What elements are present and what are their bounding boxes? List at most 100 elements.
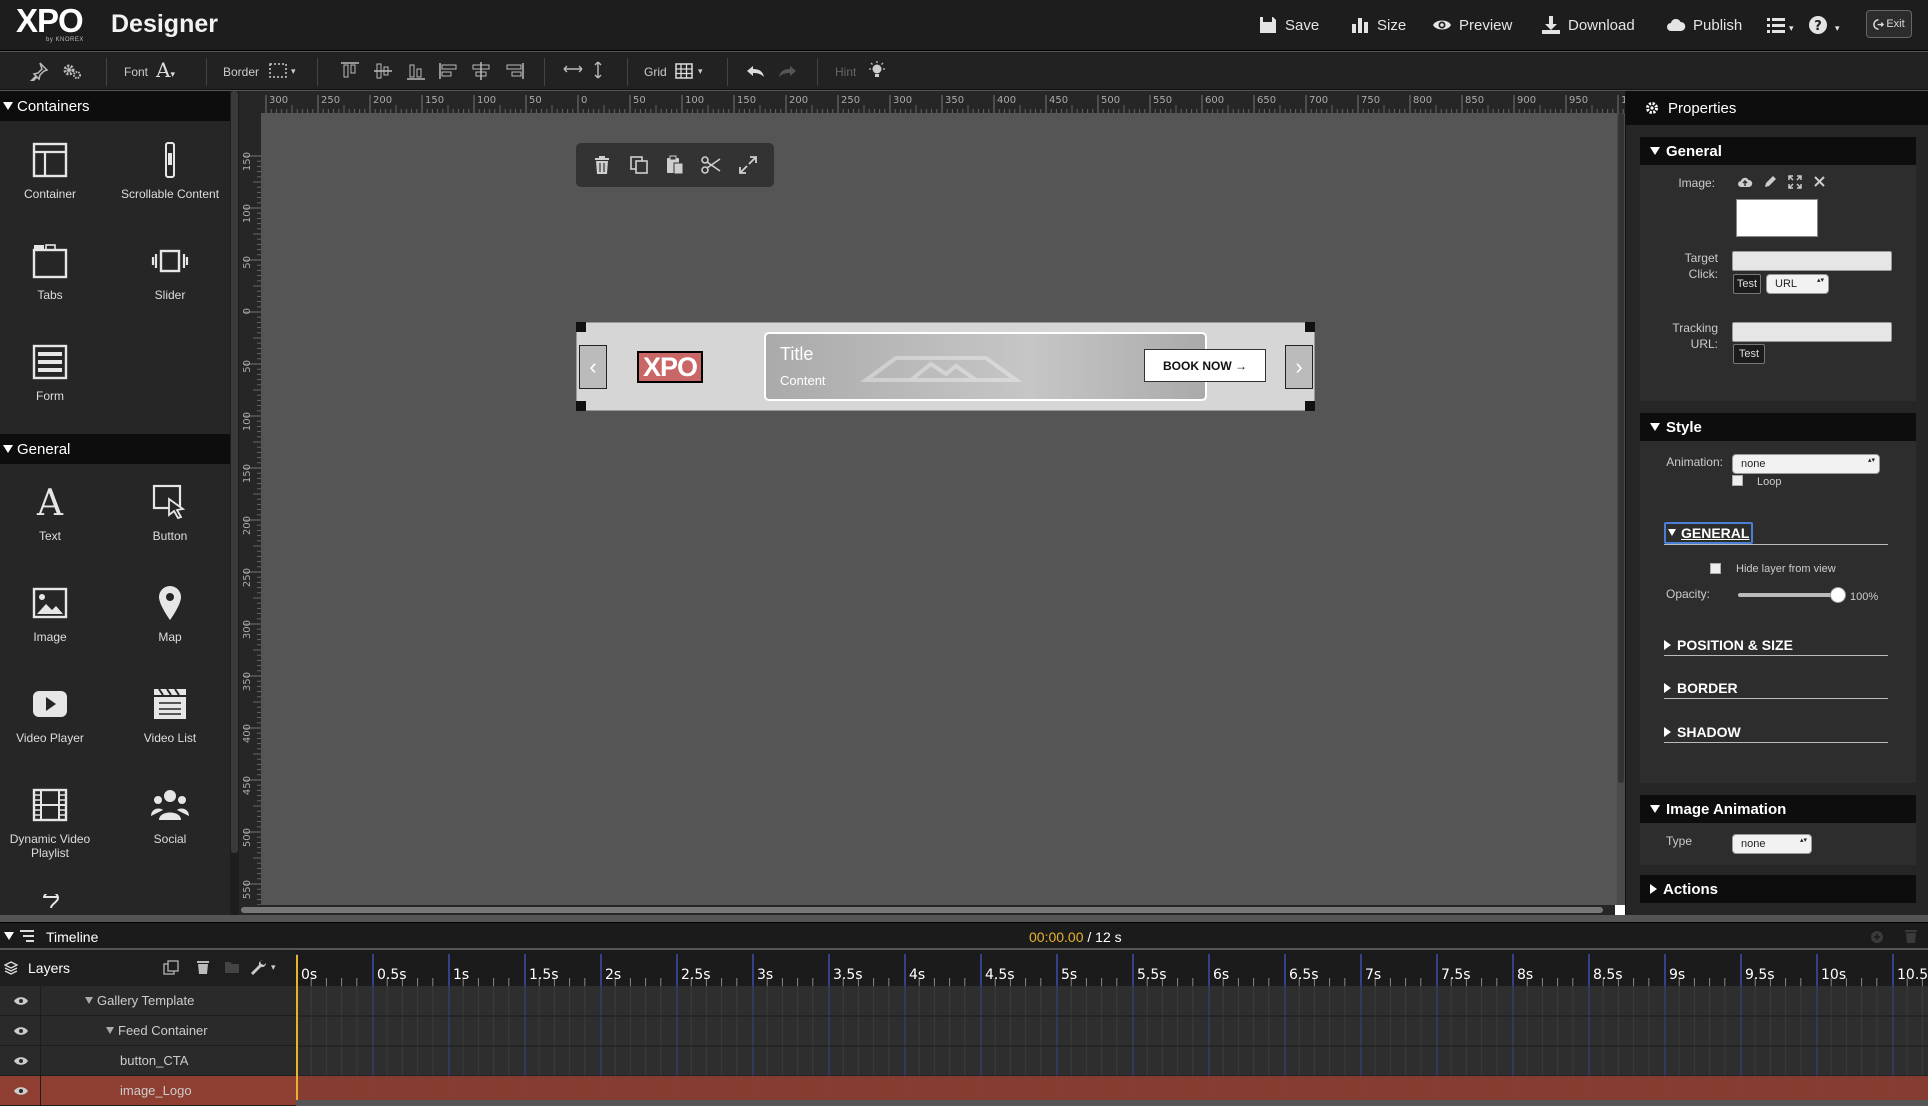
canvas-horizontal-scrollbar[interactable] <box>239 905 1625 915</box>
feed-title[interactable]: Title <box>780 344 813 365</box>
prev-arrow-button[interactable]: ‹ <box>579 345 607 389</box>
scissors-icon[interactable] <box>701 155 721 175</box>
eye-icon[interactable] <box>14 1056 28 1066</box>
fullscreen-icon[interactable] <box>1788 175 1802 189</box>
book-now-button[interactable]: BOOK NOW → <box>1144 349 1266 382</box>
timeline-playhead[interactable] <box>296 955 298 1100</box>
components-scrollbar[interactable] <box>230 91 239 915</box>
banner-logo-image[interactable]: XPO <box>637 351 703 383</box>
component-text[interactable]: A Text <box>0 465 110 561</box>
align-right-icon[interactable] <box>503 61 525 81</box>
paste-icon[interactable] <box>665 155 685 175</box>
copy-icon[interactable] <box>629 155 649 175</box>
hide-layer-checkbox[interactable] <box>1710 563 1721 574</box>
image-animation-type-select[interactable]: none <box>1732 834 1812 854</box>
component-form[interactable]: Form <box>0 325 110 421</box>
distribute-vertical-icon[interactable] <box>587 61 609 81</box>
timeline-ruler[interactable]: 0s 0.5s 1s 1.5s 2s 2.5s 3s 3.5s 4s 4.5s 5s 5.5s 6s 6.… <box>296 950 1928 986</box>
style-group-header[interactable]: Style <box>1640 413 1916 441</box>
eye-icon[interactable] <box>14 1086 28 1096</box>
eye-icon[interactable] <box>14 1026 28 1036</box>
component-video-player[interactable]: Video Player <box>0 667 110 763</box>
trash-icon[interactable] <box>592 155 612 175</box>
tracking-url-input[interactable] <box>1732 322 1892 342</box>
eye-icon[interactable] <box>14 996 28 1006</box>
add-circle-icon[interactable] <box>1870 930 1884 944</box>
feed-content[interactable]: Content <box>780 373 826 388</box>
expand-icon[interactable] <box>738 155 758 175</box>
close-icon[interactable] <box>1814 176 1825 187</box>
caret-down-icon[interactable] <box>4 932 14 940</box>
size-button[interactable]: Size <box>1350 13 1406 37</box>
component-map[interactable]: Map <box>110 566 230 662</box>
general-group-header[interactable]: General <box>1640 137 1916 165</box>
design-canvas[interactable] <box>261 113 1625 905</box>
image-animation-header[interactable]: Image Animation <box>1640 795 1916 823</box>
opacity-slider[interactable] <box>1738 587 1846 603</box>
download-button[interactable]: Download <box>1541 13 1635 37</box>
loop-checkbox[interactable] <box>1732 475 1743 486</box>
delete-layer-icon[interactable] <box>196 959 210 975</box>
gear-icon[interactable] <box>61 61 83 81</box>
layer-name[interactable]: Gallery Template <box>85 993 194 1008</box>
actions-header[interactable]: Actions <box>1640 875 1916 903</box>
layer-row[interactable]: button_CTA <box>0 1046 296 1076</box>
component-scrollable-content[interactable]: Scrollable Content <box>110 123 230 219</box>
font-dropdown[interactable]: A▾ <box>156 58 175 82</box>
caret-down-icon[interactable] <box>106 1027 114 1034</box>
caret-down-icon[interactable] <box>85 997 93 1004</box>
component-tabs[interactable]: Tabs <box>0 224 110 320</box>
image-preview[interactable] <box>1736 199 1818 237</box>
test-tracking-url-button[interactable]: Test <box>1733 344 1765 364</box>
align-bottom-icon[interactable] <box>405 61 427 81</box>
layer-row[interactable]: image_Logo <box>0 1076 296 1106</box>
pin-icon[interactable] <box>28 61 50 81</box>
feed-container[interactable]: Title Content <box>764 332 1207 401</box>
preview-button[interactable]: Preview <box>1432 13 1512 37</box>
shadow-subsection-header[interactable]: SHADOW <box>1664 721 1888 743</box>
component-dynamic-video-playlist[interactable]: Dynamic Video Playlist <box>0 768 110 864</box>
resize-handle[interactable] <box>1305 322 1315 332</box>
resize-handle[interactable] <box>576 322 586 332</box>
component-button[interactable]: Button <box>110 465 230 561</box>
next-arrow-button[interactable]: › <box>1285 345 1313 389</box>
redo-icon[interactable] <box>776 61 798 81</box>
align-middle-icon[interactable] <box>372 61 394 81</box>
grid-dropdown[interactable] <box>675 63 693 79</box>
cloud-upload-icon[interactable] <box>1737 175 1753 189</box>
layer-row[interactable]: Feed Container <box>0 1016 296 1046</box>
track-row-selected[interactable] <box>296 1076 1928 1100</box>
duplicate-layer-icon[interactable] <box>163 960 179 976</box>
target-click-input[interactable] <box>1732 251 1892 271</box>
undo-icon[interactable] <box>745 61 767 81</box>
test-target-click-button[interactable]: Test <box>1733 274 1761 294</box>
wrench-icon[interactable] <box>250 959 268 975</box>
resize-handle[interactable] <box>576 401 586 411</box>
general-subsection-header[interactable]: GENERAL <box>1664 521 1888 545</box>
layout-menu-button[interactable]: ▾ <box>1766 13 1794 37</box>
component-video-list[interactable]: Video List <box>110 667 230 763</box>
trash-icon[interactable] <box>1904 928 1918 944</box>
border-subsection-header[interactable]: BORDER <box>1664 677 1888 699</box>
lightbulb-icon[interactable] <box>866 61 888 81</box>
scrollbar-thumb[interactable] <box>231 91 238 853</box>
target-click-type-select[interactable]: URL <box>1766 274 1829 294</box>
help-menu-button[interactable]: ? ▾ <box>1808 13 1840 37</box>
resize-handle[interactable] <box>1305 401 1315 411</box>
align-left-icon[interactable] <box>438 61 460 81</box>
distribute-horizontal-icon[interactable] <box>562 61 584 81</box>
layer-row[interactable]: Gallery Template <box>0 986 296 1016</box>
gallery-banner[interactable]: ‹ › XPO Title Content BOOK NOW → <box>576 322 1315 411</box>
exit-button[interactable]: Exit <box>1866 10 1912 38</box>
component-social[interactable]: Social <box>110 768 230 864</box>
folder-icon[interactable] <box>224 960 240 974</box>
scrollbar-thumb[interactable] <box>241 907 1603 913</box>
position-size-subsection-header[interactable]: POSITION & SIZE <box>1664 634 1888 656</box>
chevron-down-icon[interactable]: ▾ <box>271 962 276 973</box>
align-center-icon[interactable] <box>470 61 492 81</box>
timeline-tracks[interactable] <box>296 986 1928 1100</box>
animation-select[interactable]: none <box>1732 454 1880 474</box>
containers-section-header[interactable]: Containers <box>0 91 230 121</box>
canvas-vertical-scrollbar[interactable] <box>1617 113 1625 905</box>
scrollbar-thumb[interactable] <box>1618 113 1624 783</box>
